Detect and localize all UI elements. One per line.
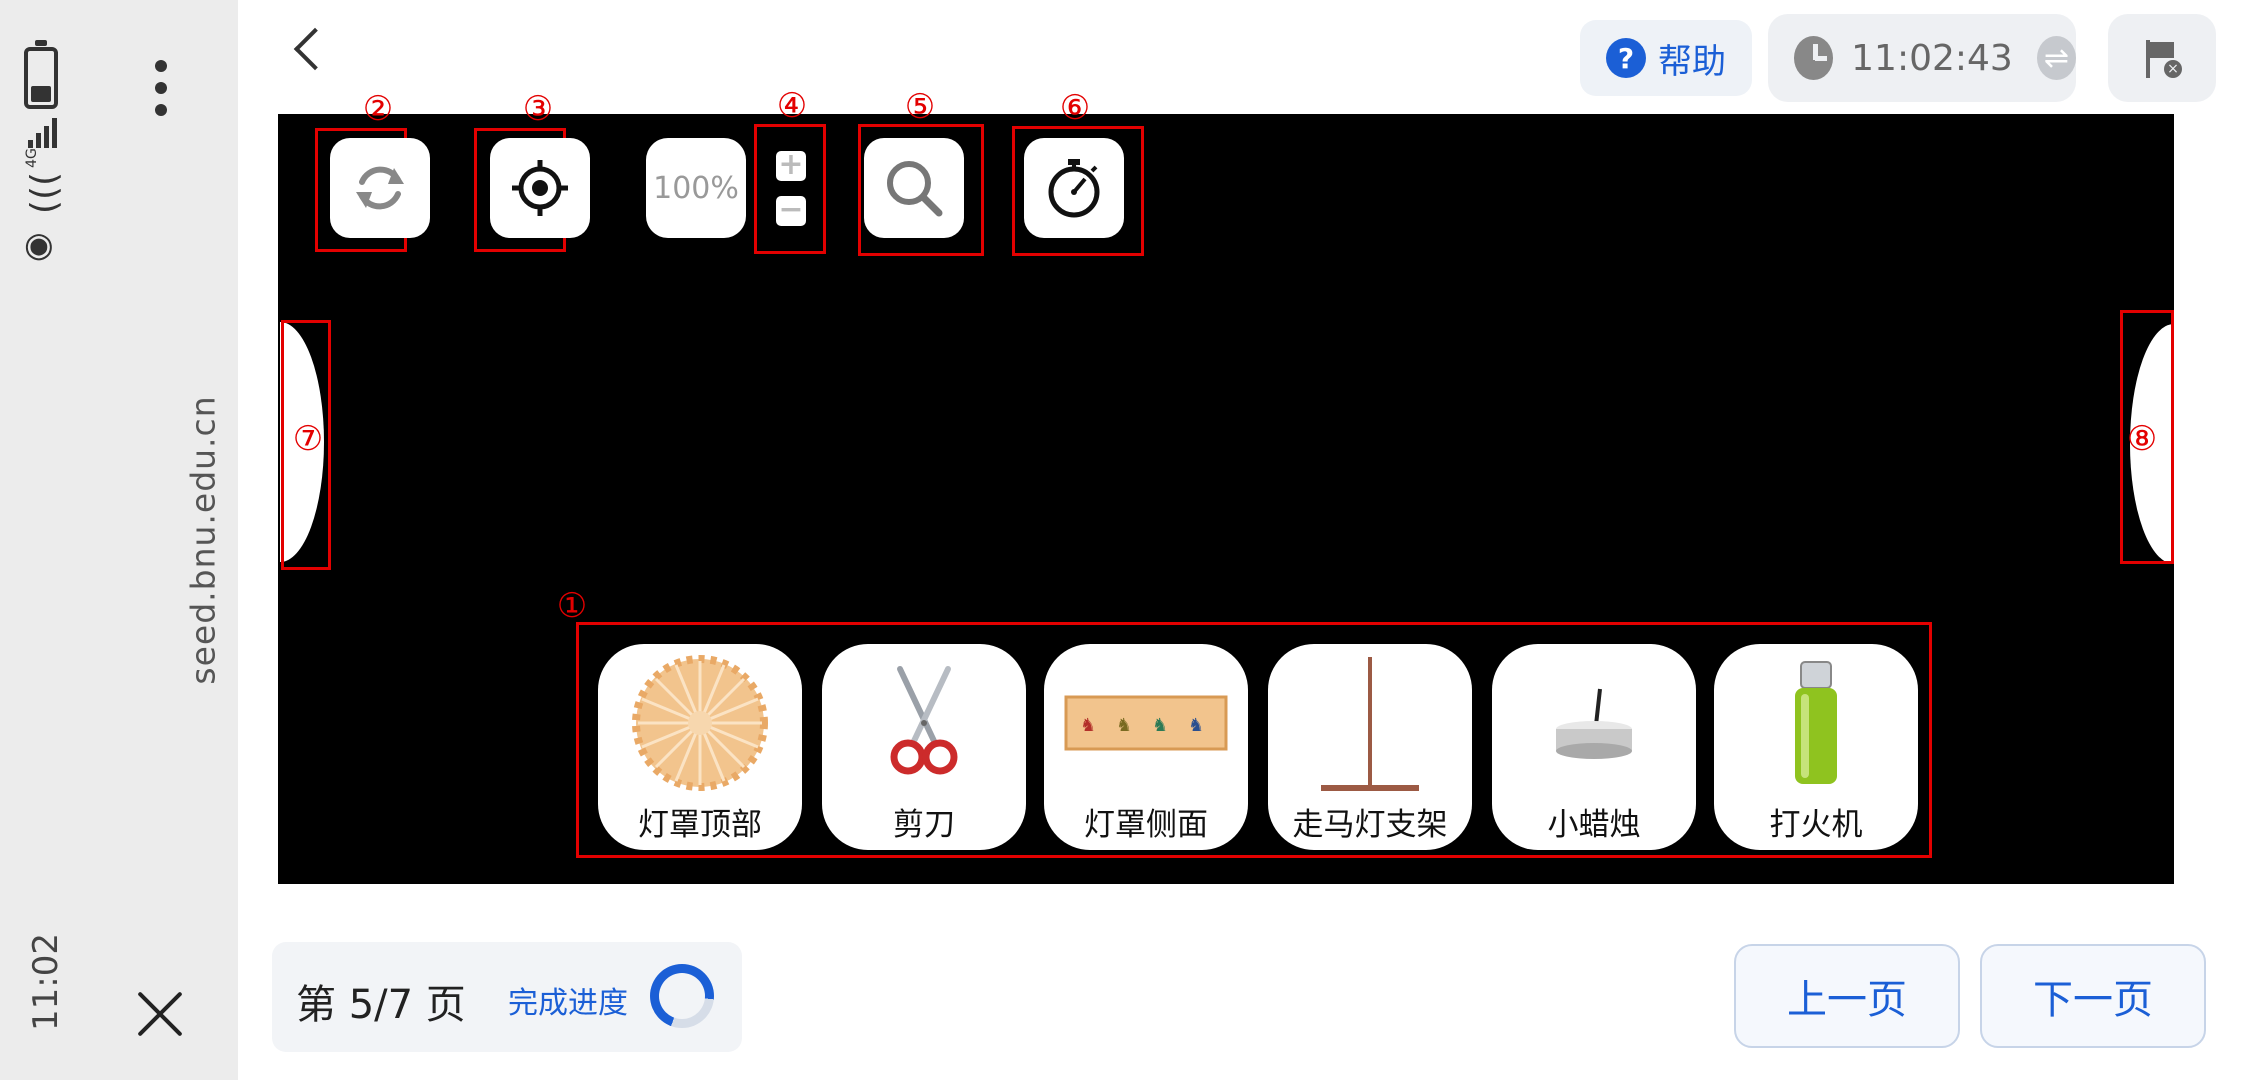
battery-icon xyxy=(24,40,58,109)
zoom-out-button[interactable]: − xyxy=(776,195,806,226)
stopwatch-button[interactable] xyxy=(1024,138,1124,238)
annotation-number-7: ⑦ xyxy=(292,419,324,459)
flag-button[interactable]: × xyxy=(2108,14,2216,102)
reset-button[interactable] xyxy=(330,138,430,238)
experiment-stage[interactable]: ② ③ 100% ④ + − ⑤ ⑥ ⑦ ⑧ ① 灯罩顶部 剪刀 ♞ ♞ ♞ ♞… xyxy=(278,89,2174,884)
zoom-in-button[interactable]: + xyxy=(776,150,806,181)
item-candle[interactable]: 小蜡烛 xyxy=(1492,644,1696,850)
flag-cancel-icon: × xyxy=(2164,60,2182,78)
item-label: 小蜡烛 xyxy=(1547,807,1641,843)
lantern-side-icon: ♞ ♞ ♞ ♞ xyxy=(1064,695,1228,751)
more-options-icon[interactable] xyxy=(150,60,172,126)
locate-button[interactable] xyxy=(490,138,590,238)
svg-text:♞: ♞ xyxy=(1152,715,1168,736)
help-label: 帮助 xyxy=(1658,41,1726,82)
annotation-number-4: ④ xyxy=(776,86,808,126)
refresh-icon xyxy=(356,166,404,210)
next-page-button[interactable]: 下一页 xyxy=(1980,944,2206,1048)
item-lantern-side[interactable]: ♞ ♞ ♞ ♞ 灯罩侧面 xyxy=(1044,644,1248,850)
annotation-number-5: ⑤ xyxy=(904,87,936,127)
system-clock: 11:02 xyxy=(26,933,66,1031)
magnifier-button[interactable] xyxy=(864,138,964,238)
annotation-number-2: ② xyxy=(362,89,394,129)
swap-icon[interactable]: ⇌ xyxy=(2036,36,2076,80)
svg-text:♞: ♞ xyxy=(1080,715,1096,736)
back-icon[interactable] xyxy=(290,28,330,72)
progress-label: 完成进度 xyxy=(508,986,628,1021)
svg-text:♞: ♞ xyxy=(1188,715,1204,736)
zoom-level: 100% xyxy=(646,138,746,238)
flag-icon: × xyxy=(2142,38,2182,78)
item-label: 灯罩侧面 xyxy=(1084,807,1208,843)
lantern-stand-icon xyxy=(1321,657,1419,791)
search-icon xyxy=(887,161,943,217)
item-label: 灯罩顶部 xyxy=(638,807,762,843)
item-label: 走马灯支架 xyxy=(1292,807,1448,843)
screen: 4G ((( ◉ seed.bnu.edu.cn 11:02 ? 帮助 11:0… xyxy=(0,0,2244,1080)
crosshair-icon xyxy=(512,160,568,216)
svg-text:♞: ♞ xyxy=(1116,715,1132,736)
item-label: 打火机 xyxy=(1769,807,1863,843)
site-url: seed.bnu.edu.cn xyxy=(183,395,223,685)
item-lighter[interactable]: 打火机 xyxy=(1714,644,1918,850)
wifi-icon: ((( xyxy=(24,171,66,215)
lighter-icon xyxy=(1795,661,1837,784)
scissors-icon xyxy=(890,666,958,775)
page-progress-panel: 第 5/7 页 完成进度 xyxy=(272,942,742,1052)
page-indicator: 第 5/7 页 xyxy=(296,982,466,1028)
stopwatch-icon xyxy=(1048,159,1100,218)
help-button[interactable]: ? 帮助 xyxy=(1580,20,1752,96)
system-status-bar: 4G ((( ◉ seed.bnu.edu.cn 11:02 xyxy=(0,0,238,1080)
annotation-box-4 xyxy=(754,124,826,254)
help-icon: ? xyxy=(1606,38,1646,78)
annotation-number-6: ⑥ xyxy=(1059,88,1091,128)
eye-comfort-icon: ◉ xyxy=(24,225,54,265)
lantern-top-icon xyxy=(632,655,768,791)
progress-ring xyxy=(650,964,714,1028)
annotation-number-1: ① xyxy=(556,586,588,626)
item-label: 剪刀 xyxy=(893,807,955,843)
candle-icon xyxy=(1556,688,1632,759)
signal-icon xyxy=(28,112,62,148)
item-lantern-stand[interactable]: 走马灯支架 xyxy=(1268,644,1472,850)
prev-page-button[interactable]: 上一页 xyxy=(1734,944,1960,1048)
item-scissors[interactable]: 剪刀 xyxy=(822,644,1026,850)
clock-icon xyxy=(1794,36,1834,80)
close-icon[interactable] xyxy=(134,988,186,1040)
network-type-label: 4G xyxy=(23,148,40,168)
timer-panel: 11:02:43 ⇌ xyxy=(1768,14,2076,102)
item-lantern-top[interactable]: 灯罩顶部 xyxy=(598,644,802,850)
annotation-number-8: ⑧ xyxy=(2126,419,2158,459)
timer-value: 11:02:43 xyxy=(1851,37,2013,79)
annotation-number-3: ③ xyxy=(522,89,554,129)
